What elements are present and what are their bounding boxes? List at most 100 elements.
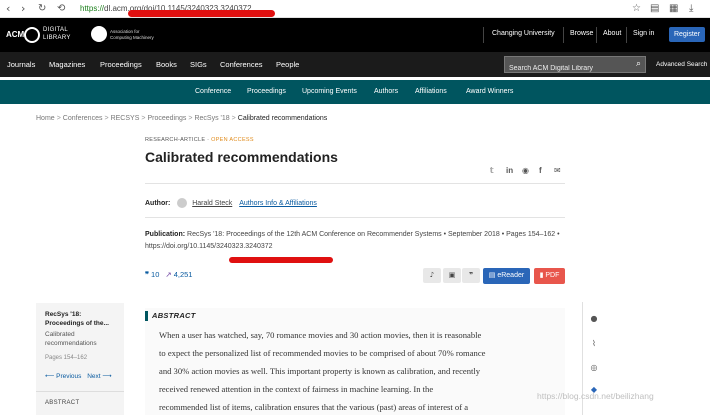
facebook-icon[interactable]: f (539, 165, 542, 177)
search-box: ⌕ (504, 56, 646, 76)
previous-arrow-icon: ⟵ (45, 373, 57, 380)
author-name-link[interactable]: Harald Steck (192, 200, 232, 207)
toc-sidebar: RecSys '18: Proceedings of the... Calibr… (36, 303, 124, 415)
next-link[interactable]: Next (87, 373, 100, 380)
page-title: Calibrated recommendations (145, 149, 338, 165)
tab-proceedings[interactable]: Proceedings (247, 88, 286, 95)
quote-icon: ❞ (145, 270, 150, 279)
folder-icon[interactable]: ▣ (443, 268, 461, 283)
register-button[interactable]: Register (669, 27, 705, 42)
extension-icon[interactable]: ▤ (650, 2, 659, 16)
dot-icon[interactable]: ● (588, 313, 600, 325)
doi-link[interactable]: https://doi.org/10.1145/3240323.3240372 (145, 243, 273, 250)
quote-cite-icon[interactable]: ❞ (462, 268, 480, 283)
linkedin-icon[interactable]: in (506, 165, 513, 177)
sign-in-link[interactable]: Sign in (633, 30, 654, 37)
author-label: Author: (145, 199, 171, 207)
abstract-line: When a user has watched, say, 70 romance… (159, 330, 482, 340)
tab-upcoming-events[interactable]: Upcoming Events (302, 88, 357, 95)
advanced-search-link[interactable]: Advanced Search (656, 61, 707, 68)
tab-affiliations[interactable]: Affiliations (415, 88, 447, 95)
nav-proceedings[interactable]: Proceedings (100, 60, 142, 69)
browse-link[interactable]: Browse (570, 30, 593, 37)
divider (626, 27, 627, 43)
breadcrumb-separator: > (188, 115, 193, 122)
ereader-button[interactable]: ▤ eReader (483, 268, 530, 284)
affiliations-link[interactable]: Authors Info & Affiliations (239, 200, 317, 207)
pdf-button[interactable]: ▮ PDF (534, 268, 565, 284)
citation-count[interactable]: 10 (151, 270, 159, 279)
institution-logo[interactable]: Association for Computing Machinery (91, 26, 171, 44)
breadcrumb-separator: > (141, 115, 146, 122)
about-link[interactable]: About (603, 30, 621, 37)
watermark: https://blog.csdn.net/beilizhang (537, 391, 654, 401)
eye-icon[interactable]: ◎ (588, 362, 600, 374)
breadcrumb-proceedings[interactable]: Proceedings (147, 115, 186, 122)
breadcrumb-home[interactable]: Home (36, 115, 55, 122)
nav-books[interactable]: Books (156, 60, 177, 69)
windows-icon[interactable]: ▦ (669, 2, 678, 16)
pdf-label: PDF (545, 272, 560, 279)
divider (483, 27, 484, 43)
toc-abstract-link[interactable]: ABSTRACT (45, 400, 79, 406)
search-input[interactable] (505, 61, 629, 76)
forward-icon[interactable]: › (21, 2, 25, 16)
toc-paper-title: Calibrated recommendations (45, 331, 97, 347)
acm-logo-circle (24, 27, 40, 43)
acm-logo-mark: ACM (6, 30, 25, 39)
article-type-label: RESEARCH-ARTICLE (145, 137, 206, 143)
breadcrumb-recsys[interactable]: RECSYS (111, 115, 140, 122)
next-arrow-icon: ⟶ (100, 373, 112, 380)
tab-award-winners[interactable]: Award Winners (466, 88, 513, 95)
home-icon[interactable]: ⟲ (57, 2, 65, 16)
divider (596, 27, 597, 43)
trend-icon: ↗ (165, 270, 172, 279)
tab-authors[interactable]: Authors (374, 88, 398, 95)
breadcrumb-conferences[interactable]: Conferences (63, 115, 103, 122)
nav-magazines[interactable]: Magazines (49, 60, 85, 69)
nav-conferences[interactable]: Conferences (220, 60, 263, 69)
trend-line-icon[interactable]: ⌇ (588, 338, 600, 350)
previous-link[interactable]: Previous (56, 373, 81, 380)
toc-prev-next: ⟵ Previous Next ⟶ (45, 372, 112, 380)
star-icon[interactable]: ☆ (632, 2, 641, 16)
publication-info: Publication: RecSys '18: Proceedings of … (145, 229, 565, 253)
nav-sigs[interactable]: SIGs (190, 60, 207, 69)
breadcrumb-separator: > (104, 115, 109, 122)
breadcrumb-separator: > (56, 115, 61, 122)
article-metrics: ❞ 10 ↗ 4,251 (145, 270, 192, 279)
bell-icon[interactable]: ♪ (423, 268, 441, 283)
download-icon[interactable]: ⤓ (689, 2, 693, 16)
changing-university-link[interactable]: Changing University (492, 30, 555, 37)
reddit-icon[interactable]: ◉ (522, 165, 529, 177)
breadcrumb-current: Calibrated recommendations (237, 115, 328, 122)
divider (36, 391, 124, 392)
nav-journals[interactable]: Journals (7, 60, 35, 69)
institution-line-2: Computing Machinery (110, 35, 154, 40)
email-icon[interactable]: ✉ (554, 165, 561, 177)
doi-redaction-mark (229, 257, 333, 263)
reload-icon[interactable]: ↻ (38, 2, 46, 16)
breadcrumb-recsys-18[interactable]: RecSys '18 (194, 115, 229, 122)
open-access-label: OPEN ACCESS (211, 137, 254, 143)
abstract-line: and 30% action movies as well. This impo… (159, 366, 481, 376)
author-row: Author: Harald Steck Authors Info & Affi… (145, 198, 317, 208)
download-count[interactable]: 4,251 (174, 270, 193, 279)
toc-conference-link[interactable]: RecSys '18: Proceedings of the... (45, 310, 121, 328)
publication-text: RecSys '18: Proceedings of the 12th ACM … (187, 231, 560, 238)
nav-people[interactable]: People (276, 60, 299, 69)
logo-text-digital: DIGITAL (43, 27, 68, 33)
back-icon[interactable]: ‹ (6, 2, 10, 16)
tab-conference[interactable]: Conference (195, 88, 231, 95)
search-icon[interactable]: ⌕ (636, 58, 641, 71)
twitter-icon[interactable]: 𝕥 (490, 165, 494, 177)
article-type: RESEARCH-ARTICLE · OPEN ACCESS (145, 137, 254, 143)
abstract-heading: ABSTRACT (152, 311, 196, 320)
abstract-text: When a user has watched, say, 70 romance… (159, 326, 561, 415)
toc-pages: Pages 154–162 (45, 355, 88, 361)
acm-logo[interactable]: ACM DIGITAL LIBRARY (6, 26, 76, 46)
institution-emblem (91, 26, 107, 42)
url-redaction-mark (128, 10, 275, 17)
breadcrumb: Home > Conferences > RECSYS > Proceedings > RecS… (36, 115, 327, 122)
ereader-label: eReader (497, 272, 525, 279)
